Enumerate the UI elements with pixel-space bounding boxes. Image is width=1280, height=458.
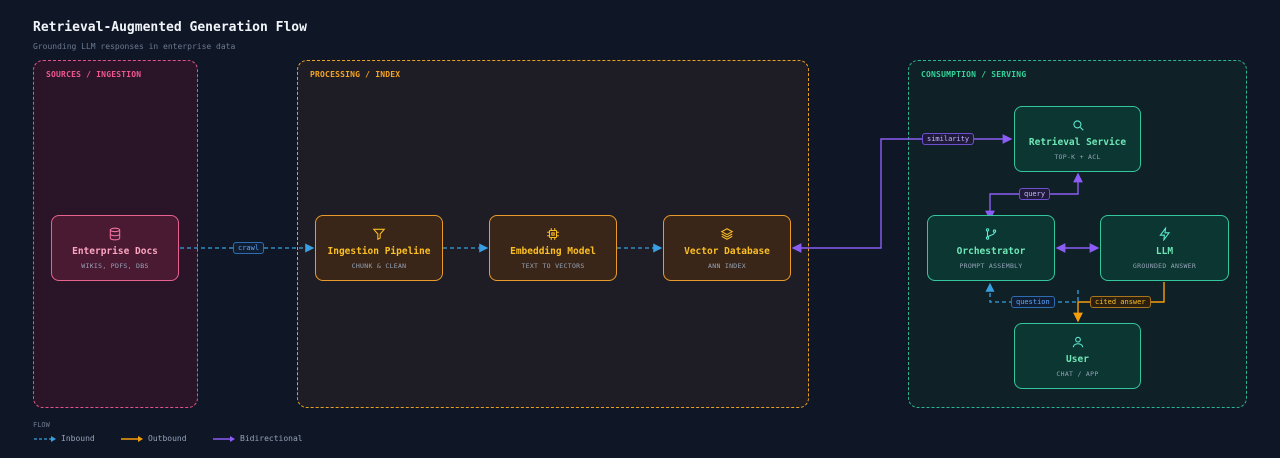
node-title: LLM	[1155, 245, 1174, 257]
node-embedding-model[interactable]: Embedding Model TEXT TO VECTORS	[489, 215, 617, 281]
arrow-icon	[213, 435, 235, 442]
edge-label-crawl: crawl	[233, 242, 265, 254]
legend-outbound: Outbound	[120, 434, 187, 443]
bolt-icon	[1158, 226, 1170, 241]
node-subtitle: GROUNDED ANSWER	[1132, 261, 1197, 270]
search-icon	[1072, 119, 1084, 131]
node-title: Retrieval Service	[1028, 136, 1127, 148]
node-subtitle: CHUNK & CLEAN	[351, 261, 407, 270]
filter-icon	[372, 228, 386, 240]
node-llm[interactable]: LLM GROUNDED ANSWER	[1100, 215, 1229, 281]
node-vector-database[interactable]: Vector Database ANN INDEX	[663, 215, 791, 281]
node-ingestion-pipeline[interactable]: Ingestion Pipeline CHUNK & CLEAN	[315, 215, 443, 281]
legend-bidirectional: Bidirectional	[212, 434, 303, 443]
node-enterprise-docs[interactable]: Enterprise Docs WIKIS, PDFS, DBS	[51, 215, 179, 281]
edge-label-query: query	[1019, 188, 1051, 200]
edge-label-cited-answer: cited answer	[1090, 296, 1151, 308]
node-subtitle: ANN INDEX	[708, 261, 746, 270]
node-user[interactable]: User CHAT / APP	[1014, 323, 1141, 389]
layers-icon	[720, 227, 734, 240]
node-title: Embedding Model	[510, 245, 596, 257]
branch-icon	[985, 227, 997, 240]
node-subtitle: PROMPT ASSEMBLY	[959, 261, 1023, 270]
node-title: Ingestion Pipeline	[327, 245, 431, 257]
node-orchestrator[interactable]: Orchestrator PROMPT ASSEMBLY	[927, 215, 1055, 281]
user-icon	[1072, 336, 1083, 347]
node-title: User	[1066, 353, 1089, 365]
legend-inbound-label: Inbound	[61, 434, 95, 443]
legend-outbound-label: Outbound	[148, 434, 187, 443]
database-icon	[109, 227, 121, 240]
node-title: Enterprise Docs	[72, 245, 158, 257]
dashed-arrow-icon	[34, 435, 56, 442]
chip-icon	[547, 227, 559, 240]
legend-title: FLOW	[33, 421, 50, 429]
node-retrieval-service[interactable]: Retrieval Service TOP-K + ACL	[1014, 106, 1141, 172]
connector-lines	[180, 134, 1165, 323]
node-title: Orchestrator	[956, 245, 1026, 257]
node-subtitle: TOP-K + ACL	[1054, 152, 1101, 161]
edge-label-similarity: similarity	[922, 133, 975, 145]
node-subtitle: TEXT TO VECTORS	[521, 261, 585, 270]
node-title: Vector Database	[684, 245, 770, 257]
edge-label-question: question	[1011, 296, 1055, 308]
node-subtitle: CHAT / APP	[1056, 369, 1099, 378]
legend-bidirectional-label: Bidirectional	[240, 434, 303, 443]
legend-inbound: Inbound	[33, 434, 95, 443]
node-subtitle: WIKIS, PDFS, DBS	[81, 261, 149, 270]
arrow-icon	[121, 435, 143, 442]
